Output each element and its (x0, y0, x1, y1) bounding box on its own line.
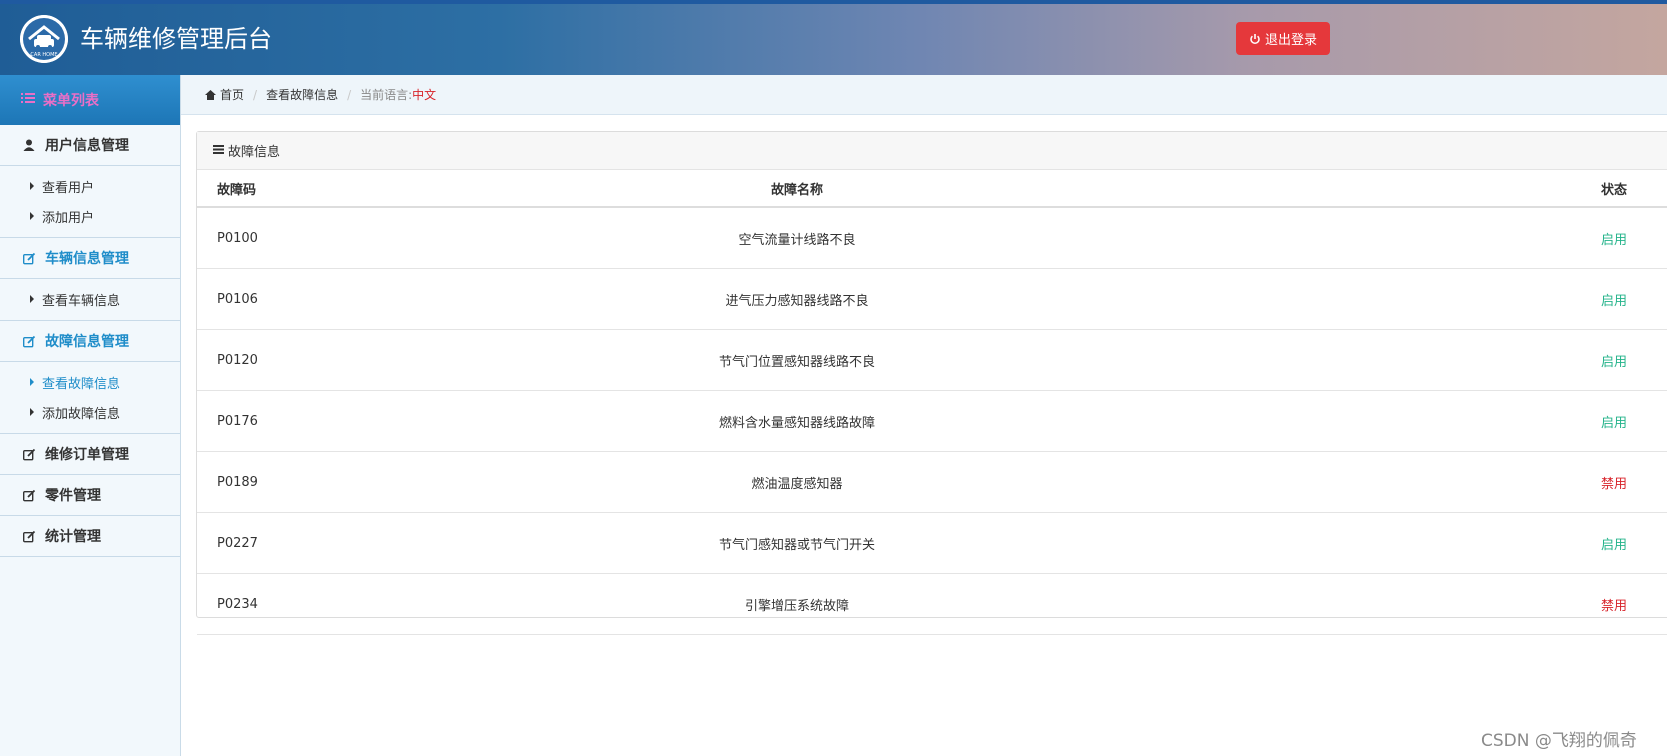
fault-name: 节气门感知器或节气门开关 (428, 512, 1166, 574)
breadcrumb-home[interactable]: 首页 (220, 86, 244, 103)
fault-table: 故障码 故障名称 状态 P0100 空气流量计线路不良 启用 P0106 进气压… (197, 170, 1667, 635)
breadcrumb-separator: / (347, 87, 352, 102)
language-value[interactable]: 中文 (412, 86, 436, 103)
car-home-logo-icon: CAR HOME (20, 15, 68, 63)
sidebar-group-fault[interactable]: 故障信息管理 (0, 321, 180, 362)
caret-right-icon (30, 295, 34, 303)
sidebar-item-label: 查看故障信息 (42, 376, 121, 392)
fault-info-panel: 故障信息 故障码 故障名称 状态 P0100 空气流量计线路不良 启用 P010… (196, 131, 1667, 635)
edit-icon (22, 335, 36, 348)
caret-right-icon (30, 182, 34, 190)
sidebar-heading-label: 菜单列表 (43, 93, 99, 109)
fault-name: 空气流量计线路不良 (428, 207, 1166, 269)
logout-button[interactable]: 退出登录 (1236, 22, 1330, 55)
fault-code: P0100 (197, 207, 428, 269)
edit-icon (22, 489, 36, 502)
fault-status[interactable]: 启用 (1166, 512, 1667, 574)
sidebar-heading: 菜单列表 (0, 75, 180, 125)
sidebar: 菜单列表 用户信息管理 查看用户 添加用户 车辆信息管理 查看车辆信息 故障信息… (0, 75, 181, 756)
sidebar-item-label: 添加用户 (42, 210, 95, 226)
breadcrumb: 首页 / 查看故障信息 / 当前语言: 中文 (181, 75, 1667, 115)
table-header-row: 故障码 故障名称 状态 (197, 170, 1667, 208)
sidebar-group-user[interactable]: 用户信息管理 (0, 125, 180, 166)
home-icon (205, 89, 216, 100)
fault-code: P0189 (197, 451, 428, 513)
user-icon (22, 139, 36, 151)
sidebar-group-label: 零件管理 (45, 488, 101, 504)
fault-code: P0227 (197, 512, 428, 574)
panel-heading: 故障信息 (197, 132, 1667, 170)
edit-icon (22, 530, 36, 543)
fault-status[interactable]: 启用 (1166, 268, 1667, 330)
panel-title: 故障信息 (228, 145, 281, 160)
breadcrumb-current[interactable]: 查看故障信息 (266, 86, 338, 103)
fault-name: 燃料含水量感知器线路故障 (428, 390, 1166, 452)
caret-right-icon (30, 378, 34, 386)
language-label: 当前语言: (360, 88, 413, 102)
table-row: P0227 节气门感知器或节气门开关 启用 (197, 512, 1667, 574)
watermark: CSDN @飞翔的佩奇 (1481, 731, 1637, 751)
sidebar-item-label: 查看用户 (42, 180, 95, 196)
logo-text: CAR HOME (30, 52, 57, 58)
caret-right-icon (30, 212, 34, 220)
column-header-name: 故障名称 (428, 170, 1166, 208)
sidebar-item-view-users[interactable]: 查看用户 (0, 171, 180, 201)
submenu-fault: 查看故障信息 添加故障信息 (0, 362, 180, 434)
fault-status[interactable]: 启用 (1166, 390, 1667, 452)
fault-name: 进气压力感知器线路不良 (428, 268, 1166, 330)
fault-code: P0106 (197, 268, 428, 330)
fault-status[interactable]: 启用 (1166, 329, 1667, 391)
table-row: P0106 进气压力感知器线路不良 启用 (197, 268, 1667, 330)
app-title: 车辆维修管理后台 (80, 25, 272, 53)
sidebar-group-label: 统计管理 (45, 529, 101, 545)
fault-status[interactable]: 禁用 (1166, 451, 1667, 513)
submenu-user: 查看用户 添加用户 (0, 166, 180, 238)
fault-code: P0120 (197, 329, 428, 391)
fault-code: P0234 (197, 573, 428, 635)
column-header-status: 状态 (1166, 170, 1667, 208)
sidebar-group-label: 故障信息管理 (45, 334, 129, 350)
app-header: CAR HOME 车辆维修管理后台 退出登录 (0, 4, 1667, 75)
logout-label: 退出登录 (1264, 33, 1317, 48)
sidebar-group-repair-orders[interactable]: 维修订单管理 (0, 434, 180, 475)
table-row: P0100 空气流量计线路不良 启用 (197, 207, 1667, 269)
fault-name: 节气门位置感知器线路不良 (428, 329, 1166, 391)
column-header-code: 故障码 (197, 170, 428, 208)
list-icon (21, 92, 35, 108)
sidebar-item-label: 添加故障信息 (42, 406, 121, 422)
sidebar-item-label: 查看车辆信息 (42, 293, 121, 309)
table-row: P0176 燃料含水量感知器线路故障 启用 (197, 390, 1667, 452)
edit-icon (22, 448, 36, 461)
power-icon (1250, 33, 1260, 44)
caret-right-icon (30, 408, 34, 416)
sidebar-group-vehicle[interactable]: 车辆信息管理 (0, 238, 180, 279)
sidebar-group-label: 车辆信息管理 (45, 251, 129, 267)
table-row: P0234 引擎增压系统故障 禁用 (197, 573, 1667, 635)
bars-icon (213, 143, 224, 158)
fault-code: P0176 (197, 390, 428, 452)
fault-name: 燃油温度感知器 (428, 451, 1166, 513)
sidebar-item-add-user[interactable]: 添加用户 (0, 201, 180, 231)
fault-name: 引擎增压系统故障 (428, 573, 1166, 635)
fault-status[interactable]: 禁用 (1166, 573, 1667, 635)
sidebar-group-parts[interactable]: 零件管理 (0, 475, 180, 516)
sidebar-group-statistics[interactable]: 统计管理 (0, 516, 180, 557)
sidebar-group-label: 用户信息管理 (45, 138, 129, 154)
sidebar-item-view-faults[interactable]: 查看故障信息 (0, 367, 180, 397)
sidebar-item-view-vehicles[interactable]: 查看车辆信息 (0, 284, 180, 314)
breadcrumb-separator: / (253, 87, 258, 102)
submenu-vehicle: 查看车辆信息 (0, 279, 180, 321)
edit-icon (22, 252, 36, 265)
sidebar-item-add-fault[interactable]: 添加故障信息 (0, 397, 180, 427)
table-row: P0189 燃油温度感知器 禁用 (197, 451, 1667, 513)
sidebar-group-label: 维修订单管理 (45, 447, 129, 463)
fault-status[interactable]: 启用 (1166, 207, 1667, 269)
table-row: P0120 节气门位置感知器线路不良 启用 (197, 329, 1667, 391)
